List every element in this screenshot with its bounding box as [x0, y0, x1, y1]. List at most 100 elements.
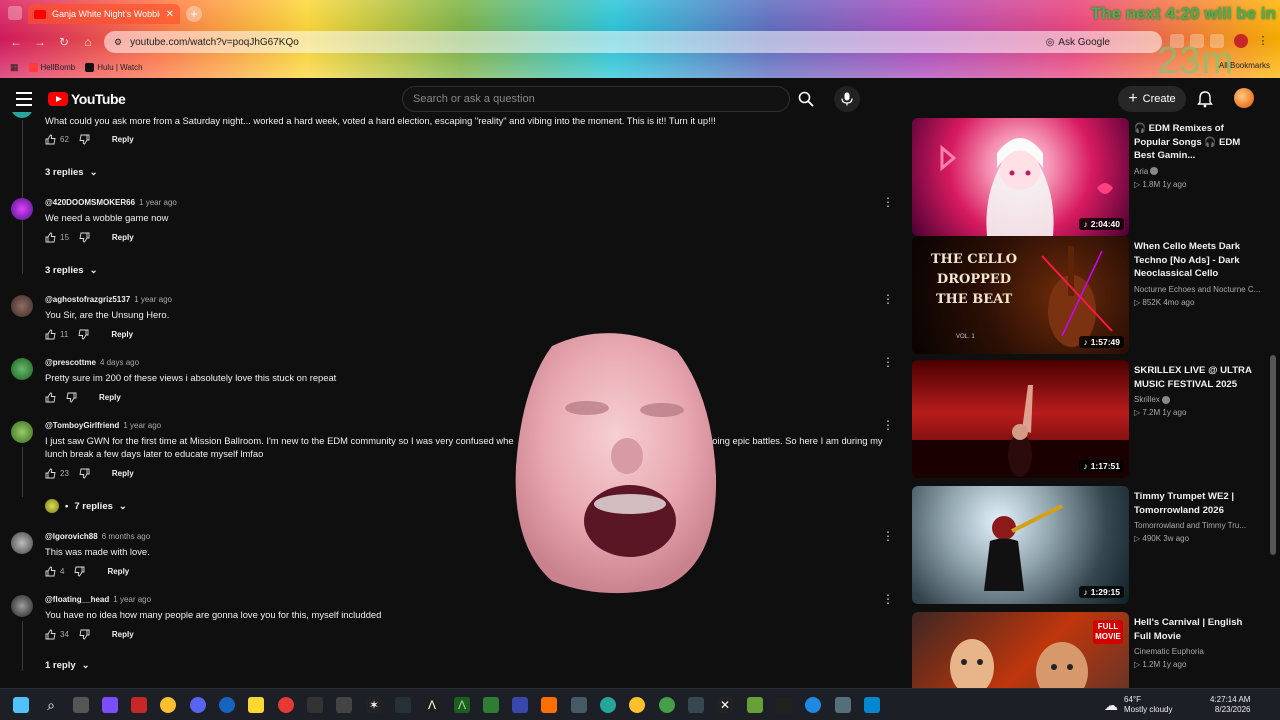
search-button[interactable]: [792, 86, 820, 112]
video-card[interactable]: ♪ 1:17:51 SKRILLEX LIVE @ ULTRA MUSIC FES…: [912, 360, 1272, 478]
avatar[interactable]: [11, 532, 33, 554]
channel-name[interactable]: Nocturne Echoes and Nocturne C...: [1134, 285, 1262, 294]
avatar[interactable]: [11, 295, 33, 317]
view-replies-button[interactable]: 3 replies ⌄: [45, 265, 98, 276]
copilot-icon[interactable]: [102, 697, 118, 713]
like-button[interactable]: 62: [45, 134, 69, 145]
address-bar[interactable]: ⚙ youtube.com/watch?v=poqJhG67KQo ◎ Ask …: [104, 31, 1162, 53]
comment-author[interactable]: @lgorovich88: [45, 532, 98, 541]
voice-search-button[interactable]: [834, 86, 860, 112]
app-icon[interactable]: Λ: [454, 697, 470, 713]
channel-name[interactable]: Cinematic Euphoria: [1134, 647, 1262, 656]
app-icon[interactable]: [512, 697, 528, 713]
view-replies-button[interactable]: • 7 replies ⌄: [45, 499, 127, 513]
comment-author[interactable]: @prescottme: [45, 358, 96, 367]
bookmark-hulu[interactable]: Hulu | Watch: [85, 62, 143, 72]
tab-search-icon[interactable]: [8, 6, 22, 20]
avatar[interactable]: [11, 595, 33, 617]
comment-menu-icon[interactable]: ⋮: [882, 293, 894, 305]
comment-author[interactable]: @aghostofrazgriz5137: [45, 295, 130, 304]
comment-time[interactable]: 4 days ago: [100, 358, 139, 367]
comment-time[interactable]: 1 year ago: [113, 595, 151, 604]
apps-grid-icon[interactable]: ▦: [10, 62, 19, 73]
steam-icon[interactable]: [219, 697, 235, 713]
menu-kebab-icon[interactable]: ⋮: [1256, 34, 1270, 48]
reply-button[interactable]: Reply: [112, 469, 134, 478]
app-icon[interactable]: Λ: [424, 697, 440, 713]
video-thumbnail[interactable]: ♪ 1:17:51: [912, 360, 1129, 478]
comment-time[interactable]: 1 year ago: [123, 421, 161, 430]
comment-author[interactable]: @TomboyGirlfriend: [45, 421, 119, 430]
task-view-icon[interactable]: [73, 697, 89, 713]
reply-button[interactable]: Reply: [107, 567, 129, 576]
search-box[interactable]: [402, 86, 790, 112]
system-clock[interactable]: 4:27:14 AM 8/23/2026: [1210, 695, 1250, 715]
comment-author[interactable]: @floating__head: [45, 595, 109, 604]
close-tab-icon[interactable]: ✕: [166, 9, 174, 20]
app-icon[interactable]: ✶: [366, 697, 382, 713]
channel-name[interactable]: Aria: [1134, 167, 1148, 176]
create-button[interactable]: + Create: [1118, 86, 1186, 112]
avatar[interactable]: [11, 198, 33, 220]
view-replies-button[interactable]: 1 reply ⌄: [45, 660, 90, 671]
app-icon[interactable]: [307, 697, 323, 713]
dislike-button[interactable]: [79, 232, 90, 243]
site-info-icon[interactable]: ⚙: [114, 37, 122, 48]
dislike-button[interactable]: [79, 629, 90, 640]
avatar[interactable]: [11, 358, 33, 380]
comment-menu-icon[interactable]: ⋮: [882, 196, 894, 208]
dislike-button[interactable]: [66, 392, 77, 403]
notifications-bell-icon[interactable]: [1196, 90, 1214, 108]
like-button[interactable]: 23: [45, 468, 69, 479]
app-icon[interactable]: [747, 697, 763, 713]
reply-button[interactable]: Reply: [111, 330, 133, 339]
app-icon[interactable]: [571, 697, 587, 713]
video-card[interactable]: FULL MOVIE Hell's Carnival | English Ful…: [912, 612, 1272, 688]
like-button[interactable]: 11: [45, 329, 68, 340]
account-avatar[interactable]: [1234, 88, 1254, 108]
channel-name[interactable]: Tomorrowland and Timmy Tru...: [1134, 521, 1262, 530]
app-icon[interactable]: [659, 697, 675, 713]
comment-menu-icon[interactable]: ⋮: [882, 530, 894, 542]
app-icon[interactable]: [600, 697, 616, 713]
dislike-button[interactable]: [79, 468, 90, 479]
windows-start-icon[interactable]: [13, 697, 29, 713]
reply-button[interactable]: Reply: [112, 630, 134, 639]
reply-button[interactable]: Reply: [112, 135, 134, 144]
video-thumbnail[interactable]: THE CELLO DROPPED THE BEAT VOL. 1 ♪ 1:57:…: [912, 236, 1129, 354]
ask-google-button[interactable]: ◎ Ask Google: [1046, 37, 1110, 48]
file-explorer-icon[interactable]: [248, 697, 264, 713]
dislike-button[interactable]: [74, 566, 85, 577]
view-replies-button[interactable]: 3 replies ⌄: [45, 167, 98, 178]
discord-icon[interactable]: [190, 697, 206, 713]
profile-icon[interactable]: [1234, 34, 1248, 48]
comment-menu-icon[interactable]: ⋮: [882, 356, 894, 368]
like-button[interactable]: 4: [45, 566, 64, 577]
comment-menu-icon[interactable]: ⋮: [882, 593, 894, 605]
comment-time[interactable]: 1 year ago: [134, 295, 172, 304]
search-input[interactable]: [413, 93, 789, 105]
reload-icon[interactable]: ↻: [56, 34, 72, 50]
like-button[interactable]: 15: [45, 232, 69, 243]
app-icon[interactable]: [835, 697, 851, 713]
comment-author[interactable]: @420DOOMSMOKER66: [45, 198, 135, 207]
terminal-icon[interactable]: [688, 697, 704, 713]
video-thumbnail[interactable]: FULL MOVIE: [912, 612, 1129, 688]
dislike-button[interactable]: [79, 134, 90, 145]
xbox-icon[interactable]: ✕: [717, 697, 733, 713]
like-button[interactable]: 34: [45, 629, 69, 640]
like-button[interactable]: [45, 392, 56, 403]
app-icon[interactable]: [395, 697, 411, 713]
vlc-icon[interactable]: [541, 697, 557, 713]
video-title[interactable]: Timmy Trumpet WE2 | Tomorrowland 2026: [1134, 490, 1262, 517]
weather-widget[interactable]: ☁ 64°F Mostly cloudy: [1104, 695, 1172, 715]
video-card[interactable]: ♪ 2:04:40 🎧 EDM Remixes of Popular Songs …: [912, 118, 1272, 236]
browser-tab[interactable]: Ganja White Night's Wobble W ✕: [28, 4, 180, 24]
new-tab-button[interactable]: +: [186, 6, 202, 22]
channel-name[interactable]: Skrillex: [1134, 395, 1160, 404]
chrome-icon[interactable]: [160, 697, 176, 713]
back-icon[interactable]: ←: [8, 34, 24, 50]
youtube-logo[interactable]: YouTube: [48, 91, 126, 107]
video-title[interactable]: 🎧 EDM Remixes of Popular Songs 🎧 EDM Bes…: [1134, 122, 1262, 163]
page-scrollbar[interactable]: [1270, 355, 1276, 555]
